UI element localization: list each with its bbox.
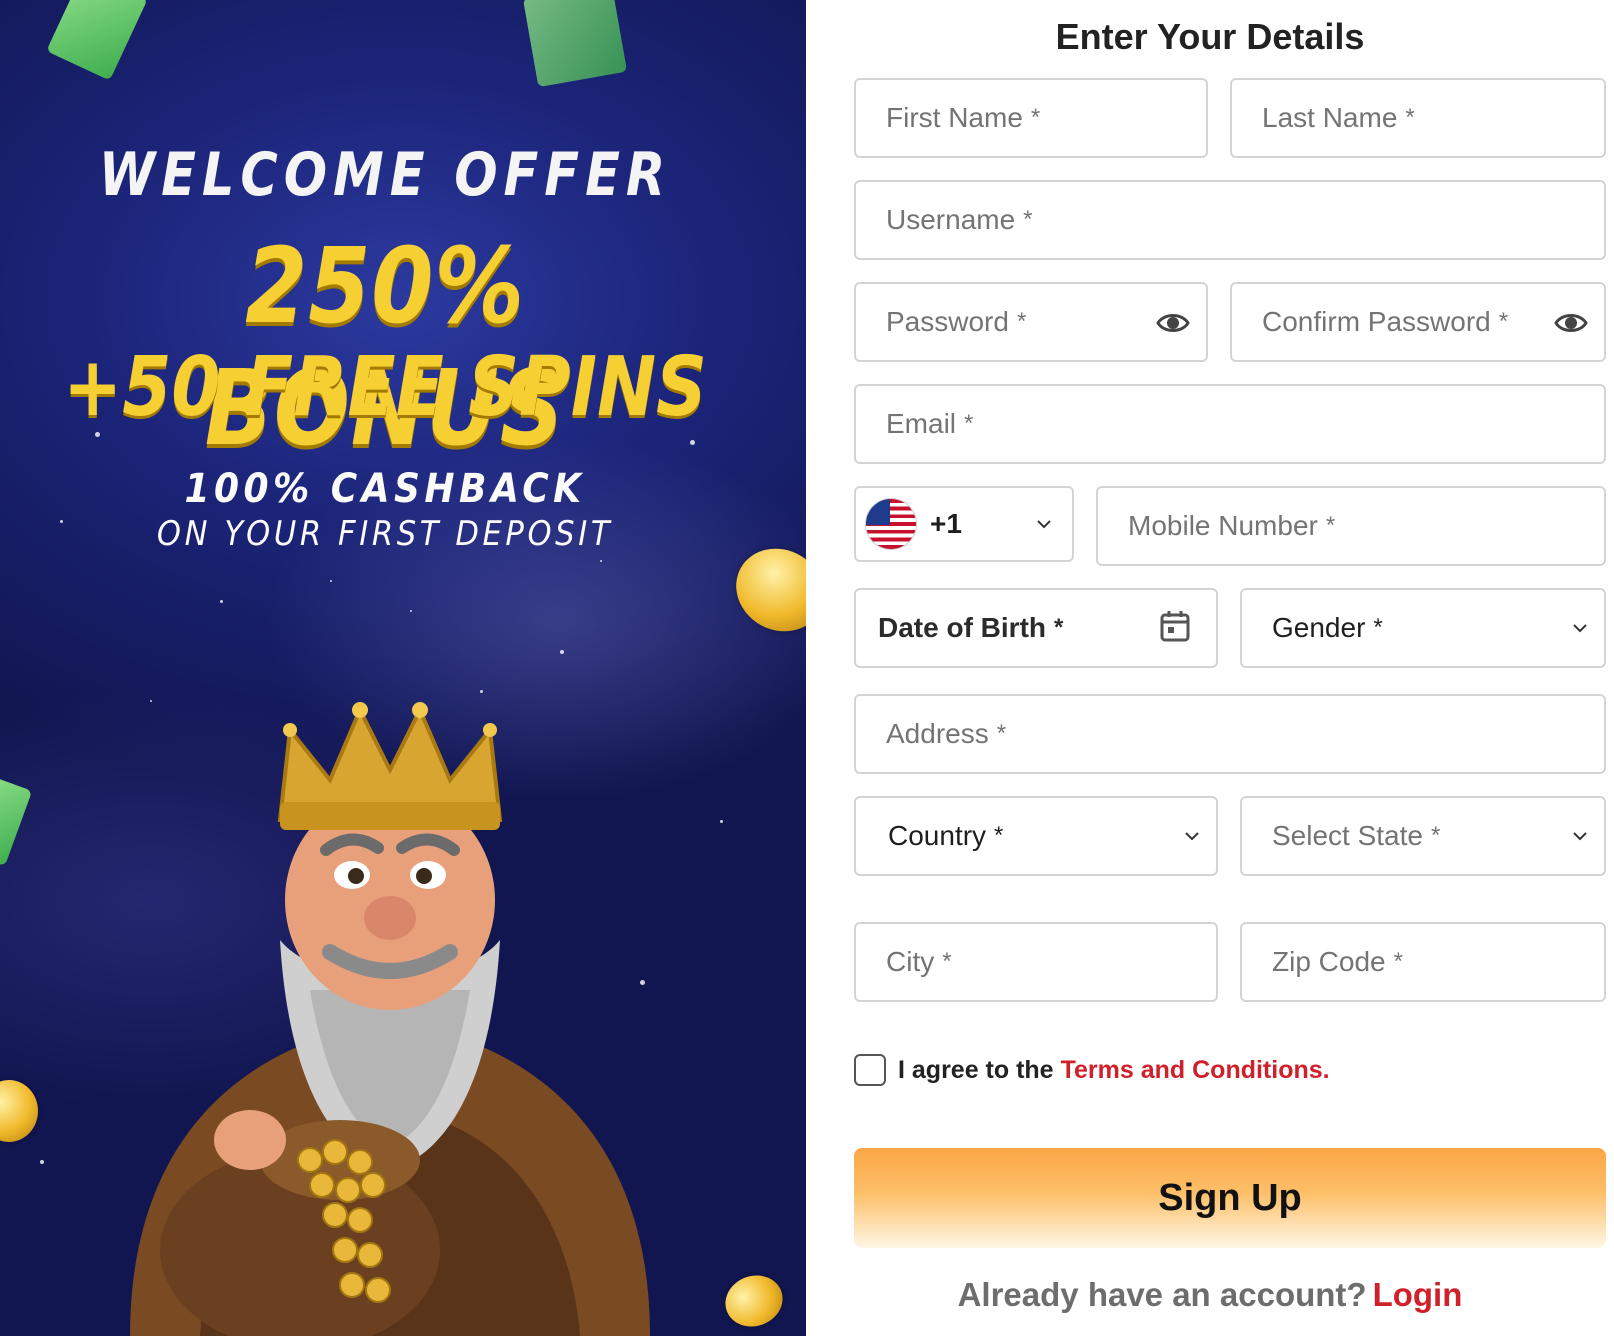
zip-code-placeholder: Zip Code <box>1272 946 1386 977</box>
sign-up-button[interactable]: Sign Up <box>854 1148 1606 1248</box>
calendar-icon[interactable] <box>1160 610 1190 642</box>
welcome-offer-heading: WELCOME OFFER <box>98 140 672 210</box>
terms-link[interactable]: Terms and Conditions. <box>1061 1056 1330 1085</box>
required-mark: * <box>1016 308 1027 335</box>
email-placeholder: Email <box>886 408 957 439</box>
promo-banner: WELCOME OFFER 250% BONUS +50 FREE SPINS … <box>0 0 806 1336</box>
mobile-number-placeholder: Mobile Number <box>1128 510 1318 541</box>
country-code-select[interactable]: +1 <box>854 486 1074 562</box>
us-flag-icon <box>866 499 916 549</box>
cash-bill-icon <box>522 0 628 88</box>
username-placeholder: Username <box>886 204 1016 235</box>
required-mark: * <box>1393 948 1403 975</box>
address-field[interactable]: Address * <box>854 694 1606 774</box>
eye-icon[interactable] <box>1554 310 1588 336</box>
coin-icon <box>721 532 806 648</box>
required-mark: * <box>1498 308 1509 335</box>
required-mark: * <box>1054 614 1064 641</box>
country-select[interactable]: Country * <box>854 796 1218 876</box>
date-of-birth-field[interactable]: Date of Birth * <box>854 588 1218 668</box>
state-placeholder: Select State <box>1272 820 1423 851</box>
date-of-birth-placeholder: Date of Birth <box>878 612 1046 643</box>
password-placeholder: Password <box>886 306 1009 337</box>
confirm-password-field[interactable]: Confirm Password * <box>1230 282 1606 362</box>
chevron-down-icon <box>1573 624 1587 633</box>
username-field[interactable]: Username * <box>854 180 1606 260</box>
terms-checkbox[interactable] <box>854 1054 886 1086</box>
zip-code-field[interactable]: Zip Code * <box>1240 922 1606 1002</box>
address-placeholder: Address <box>886 718 989 749</box>
last-name-field[interactable]: Last Name * <box>1230 78 1606 158</box>
last-name-placeholder: Last Name <box>1262 102 1398 133</box>
required-mark: * <box>1023 206 1033 233</box>
login-prompt-text: Already have an account? <box>957 1276 1367 1313</box>
agree-text: I agree to the <box>898 1055 1054 1084</box>
required-mark: * <box>1325 512 1336 539</box>
gender-placeholder: Gender <box>1272 612 1366 643</box>
gender-select[interactable]: Gender * <box>1240 588 1606 668</box>
mobile-number-field[interactable]: Mobile Number * <box>1096 486 1606 566</box>
city-field[interactable]: City * <box>854 922 1218 1002</box>
required-mark: * <box>994 822 1004 849</box>
first-deposit-text: ON YOUR FIRST DEPOSIT <box>156 514 614 554</box>
coin-icon <box>718 1267 790 1335</box>
chevron-down-icon <box>1037 520 1051 529</box>
cash-bill-icon <box>46 0 148 81</box>
confirm-password-placeholder: Confirm Password <box>1262 306 1491 337</box>
eye-icon[interactable] <box>1156 310 1190 336</box>
required-mark: * <box>996 720 1007 747</box>
login-prompt: Already have an account? Login <box>790 1276 1614 1314</box>
password-field[interactable]: Password * <box>854 282 1208 362</box>
login-link[interactable]: Login <box>1373 1276 1463 1313</box>
country-placeholder: Country <box>888 820 987 851</box>
terms-agreement: I agree to the Terms and Conditions. <box>854 1054 1330 1086</box>
required-mark: * <box>1373 614 1383 641</box>
email-field[interactable]: Email * <box>854 384 1606 464</box>
state-select[interactable]: Select State * <box>1240 796 1606 876</box>
first-name-placeholder: First Name <box>886 102 1023 133</box>
form-title: Enter Your Details <box>1055 16 1365 57</box>
required-mark: * <box>1430 822 1441 849</box>
first-name-field[interactable]: First Name * <box>854 78 1208 158</box>
chevron-down-icon <box>1185 832 1199 841</box>
required-mark: * <box>964 410 974 437</box>
cash-bill-icon <box>0 773 33 867</box>
required-mark: * <box>942 948 952 975</box>
city-placeholder: City <box>886 946 935 977</box>
chevron-down-icon <box>1573 832 1587 841</box>
cashback-text: 100% CASHBACK <box>184 466 586 512</box>
king-mascot-illustration <box>130 702 650 1336</box>
required-mark: * <box>1405 104 1415 131</box>
required-mark: * <box>1030 104 1041 131</box>
coin-icon <box>0 1080 38 1142</box>
dial-code: +1 <box>930 508 962 539</box>
free-spins-headline: +50 FREE SPINS <box>63 340 707 435</box>
signup-form: Enter Your Details First Name * Last Name… <box>806 0 1614 1336</box>
